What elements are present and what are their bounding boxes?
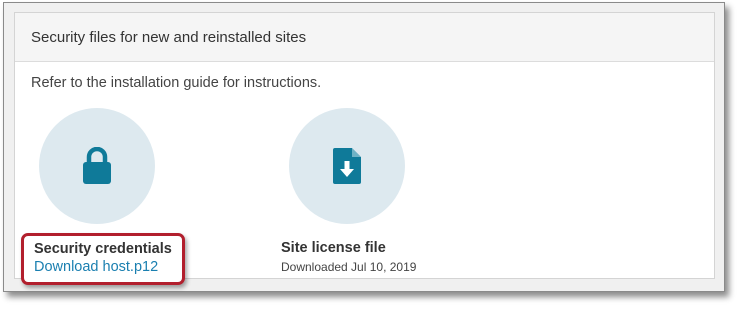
site-license-info: Site license file Downloaded Jul 10, 201… xyxy=(281,240,416,275)
security-credentials-title: Security credentials xyxy=(34,241,172,257)
site-license-title: Site license file xyxy=(281,240,386,256)
security-credentials-tile xyxy=(39,108,155,224)
security-files-panel: Security files for new and reinstalled s… xyxy=(14,12,715,285)
screenshot-frame: Security files for new and reinstalled s… xyxy=(3,2,725,292)
lock-icon xyxy=(82,147,112,185)
download-host-p12-link[interactable]: Download host.p12 xyxy=(34,259,158,275)
site-license-icon-circle xyxy=(289,108,405,224)
security-credentials-highlight: Security credentials Download host.p12 xyxy=(21,233,185,285)
site-license-status: Downloaded Jul 10, 2019 xyxy=(281,260,417,274)
panel-body: Refer to the installation guide for inst… xyxy=(15,62,714,285)
file-download-icon xyxy=(332,147,362,185)
security-credentials-icon-circle xyxy=(39,108,155,224)
site-license-tile xyxy=(289,108,405,224)
instructions-text: Refer to the installation guide for inst… xyxy=(31,75,322,91)
panel-header: Security files for new and reinstalled s… xyxy=(15,13,714,62)
panel-title: Security files for new and reinstalled s… xyxy=(31,28,307,46)
